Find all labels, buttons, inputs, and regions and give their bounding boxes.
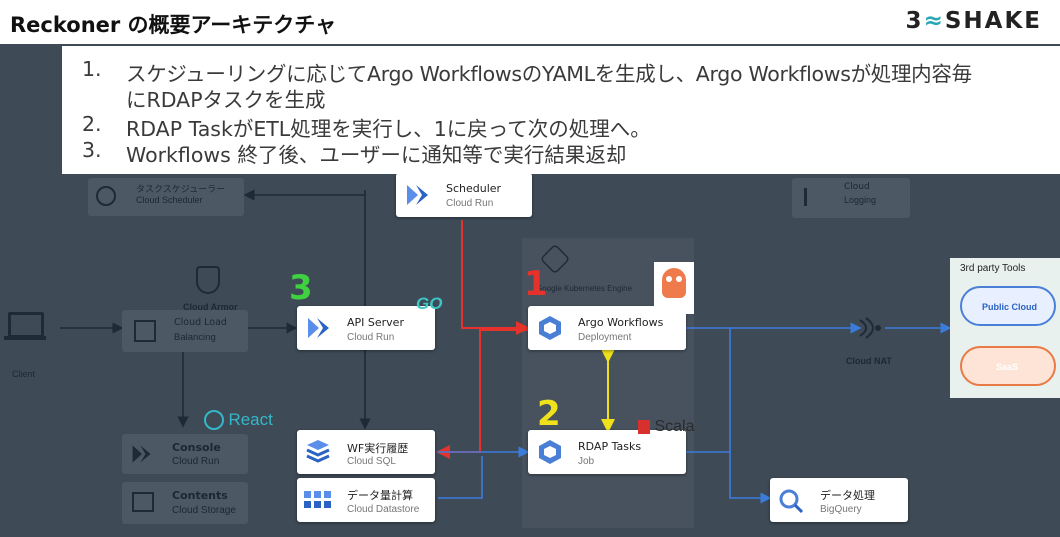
cloud-run-icon: [404, 181, 432, 214]
scheduler-node[interactable]: Scheduler Cloud Run: [396, 173, 532, 217]
step-2-number: 2.: [82, 112, 102, 136]
wf-history-sub: Cloud SQL: [347, 456, 396, 467]
cloud-scheduler-name: タスクスケジューラー: [136, 185, 226, 195]
console-name: Console: [172, 441, 221, 454]
react-icon: [204, 410, 224, 430]
step-number-3: 3: [289, 268, 313, 308]
cloud-logging-name: Cloud: [844, 182, 870, 192]
database-icon: [305, 438, 331, 471]
react-label: React: [228, 410, 273, 429]
contents-sub: Cloud Storage: [172, 505, 236, 516]
network-icon: [134, 320, 156, 342]
scala-badge: Scala: [638, 418, 694, 436]
rdap-sub: Job: [578, 456, 595, 467]
bigquery-node[interactable]: データ処理 BigQuery: [770, 478, 908, 522]
scheduler-name: Scheduler: [446, 182, 502, 195]
storage-icon: [132, 492, 154, 512]
cloud-nat-label: Cloud NAT: [846, 356, 892, 366]
wf-history-node[interactable]: WF実行履歴 Cloud SQL: [297, 430, 435, 474]
console-sub: Cloud Run: [172, 456, 220, 467]
step-1-number: 1.: [82, 57, 102, 81]
scheduler-sub: Cloud Run: [446, 198, 494, 209]
argo-name: Argo Workflows: [578, 316, 664, 329]
datastore-name: データ量計算: [347, 489, 413, 502]
bigquery-name: データ処理: [820, 489, 875, 502]
gke-label: Google Kubernetes Engine: [536, 284, 633, 293]
argo-sub: Deployment: [578, 332, 632, 343]
argo-mascot-icon: [654, 262, 694, 314]
load-balancer-node[interactable]: Cloud Load Balancing: [122, 310, 248, 352]
client-label: Client: [12, 369, 36, 379]
cloud-logging-node[interactable]: Cloud Logging: [792, 178, 910, 218]
load-balancer-sub: Balancing: [174, 332, 216, 343]
bigquery-sub: BigQuery: [820, 504, 862, 515]
nat-icon: [858, 316, 884, 340]
step-1-text-cont: にRDAPタスクを生成: [126, 88, 326, 112]
load-balancer-name: Cloud Load: [174, 317, 227, 328]
datastore-sub: Cloud Datastore: [347, 504, 420, 515]
go-badge: GO: [416, 294, 443, 313]
cloud-scheduler-sub: Cloud Scheduler: [136, 195, 203, 205]
step-3-text: Workflows 終了後、ユーザーに通知等で実行結果返却: [126, 143, 627, 167]
cloud-logging-sub: Logging: [844, 195, 877, 205]
shield-icon: [196, 266, 220, 294]
datastore-icon: [303, 490, 333, 515]
datastore-node[interactable]: データ量計算 Cloud Datastore: [297, 478, 435, 522]
laptop-icon: [4, 312, 46, 342]
scala-icon: [638, 420, 650, 434]
third-party-panel: 3rd party Tools Public Cloud SaaS: [950, 258, 1060, 398]
step-number-2: 2: [537, 394, 561, 434]
third-party-title: 3rd party Tools: [960, 263, 1026, 274]
cloud-run-icon: [305, 314, 333, 347]
hexagon-icon: [536, 314, 564, 347]
console-node[interactable]: Console Cloud Run: [122, 434, 248, 474]
wf-history-name: WF実行履歴: [347, 442, 409, 455]
api-server-name: API Server: [347, 316, 404, 329]
contents-name: Contents: [172, 489, 228, 502]
react-badge: React: [204, 410, 273, 430]
contents-node[interactable]: Contents Cloud Storage: [122, 482, 248, 524]
saas-label: SaaS: [996, 362, 1019, 372]
steps-overlay: 1. スケジューリングに応じてArgo WorkflowsのYAMLを生成し、A…: [62, 46, 1060, 174]
bigquery-icon: [778, 488, 804, 519]
cloud-run-icon: [130, 442, 154, 471]
api-server-sub: Cloud Run: [347, 332, 395, 343]
rdap-tasks-node[interactable]: RDAP Tasks Job: [528, 430, 686, 474]
clock-icon: [96, 186, 116, 206]
step-3-number: 3.: [82, 138, 102, 162]
cloud-scheduler-node[interactable]: タスクスケジューラー Cloud Scheduler: [88, 178, 244, 216]
hexagon-icon: [536, 438, 564, 471]
api-server-node[interactable]: API Server Cloud Run: [297, 306, 435, 350]
rdap-name: RDAP Tasks: [578, 440, 642, 453]
logging-icon: [804, 188, 825, 206]
public-cloud-label: Public Cloud: [982, 302, 1037, 312]
scala-label: Scala: [654, 418, 695, 435]
step-number-1: 1: [524, 264, 548, 304]
